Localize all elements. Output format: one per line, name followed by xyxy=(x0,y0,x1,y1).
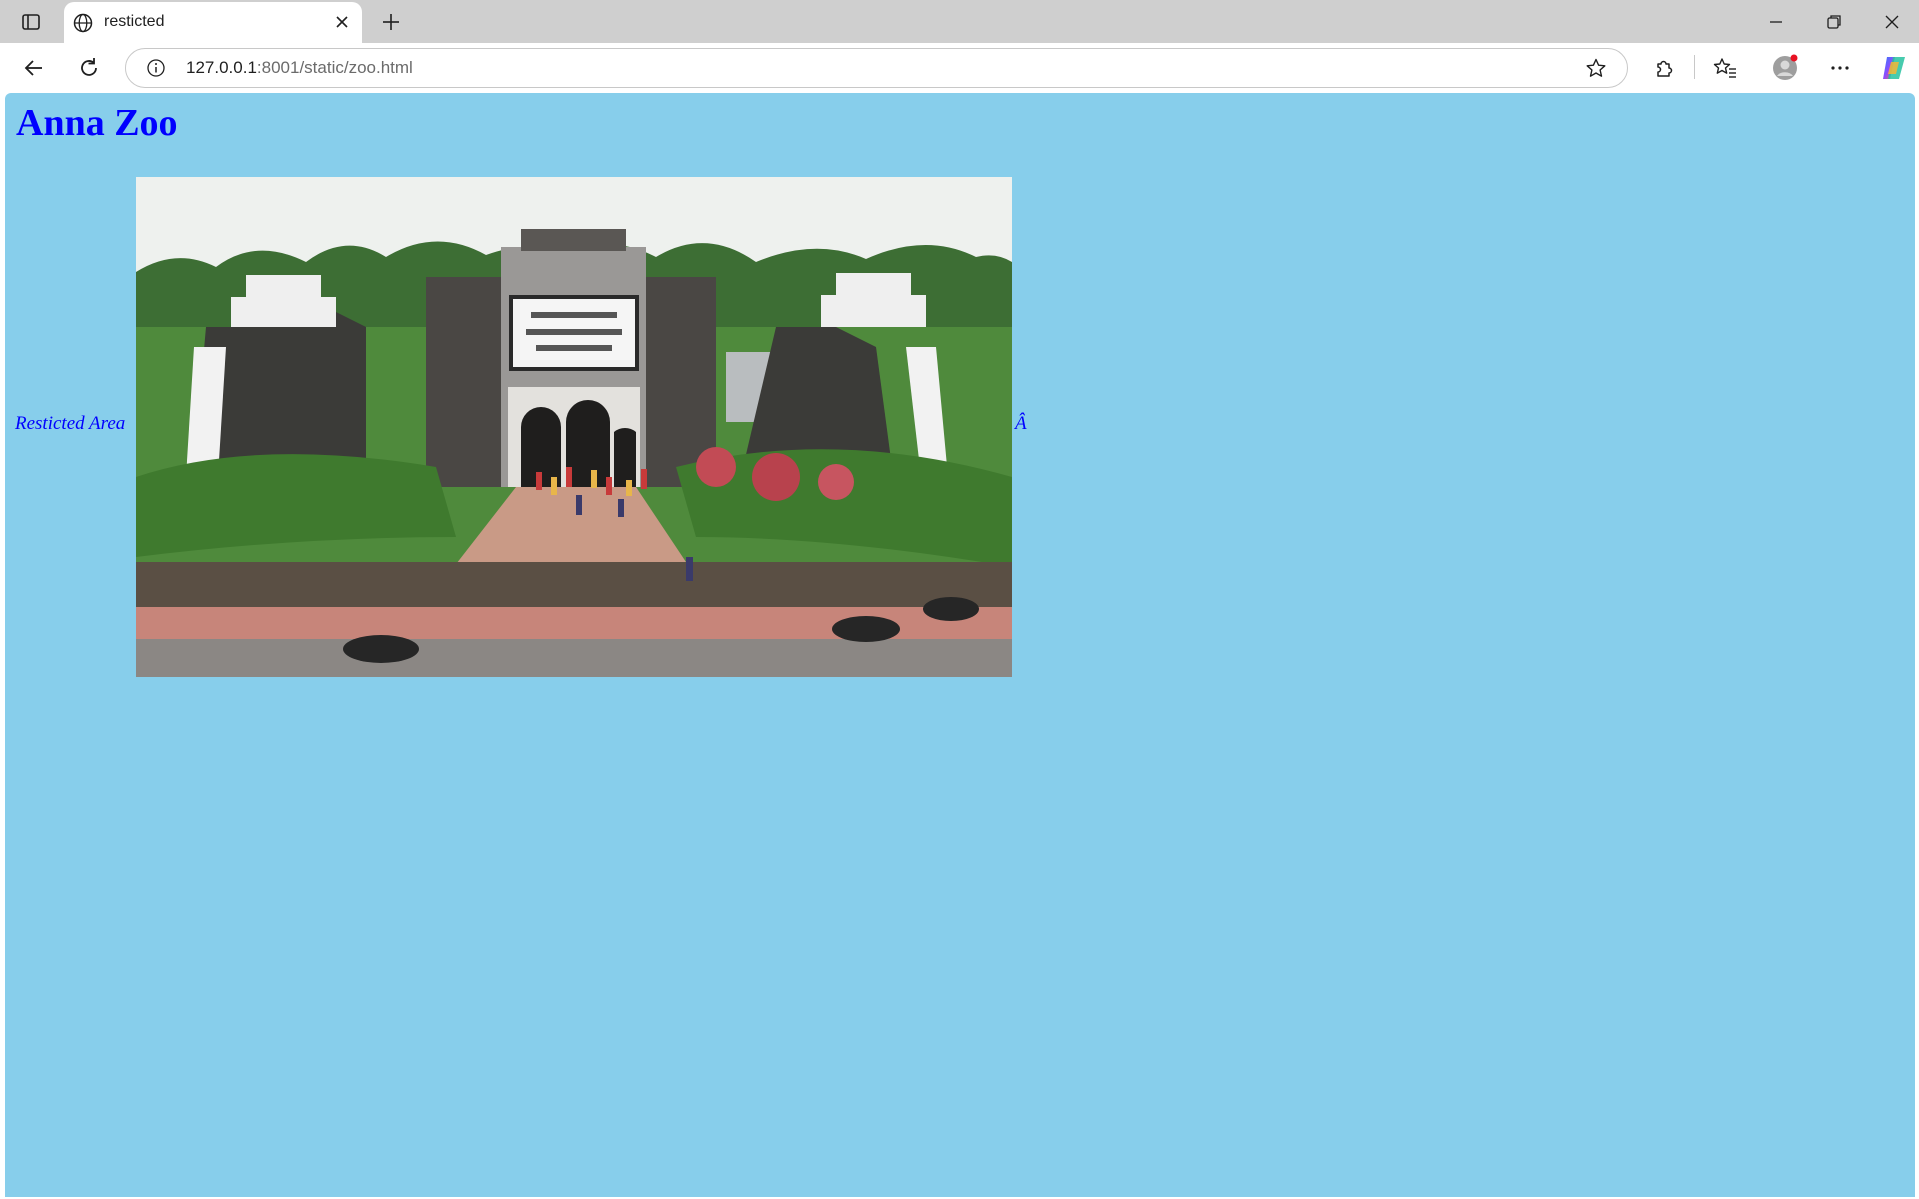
url-path: :8001/static/zoo.html xyxy=(256,58,413,77)
profile-avatar-icon[interactable] xyxy=(1770,53,1800,83)
browser-toolbar: 127.0.0.1:8001/static/zoo.html xyxy=(0,43,1919,92)
tab-strip: resticted xyxy=(0,0,1919,43)
address-bar[interactable]: 127.0.0.1:8001/static/zoo.html xyxy=(125,48,1628,88)
page-title: Anna Zoo xyxy=(16,102,178,144)
refresh-icon[interactable] xyxy=(76,55,102,81)
minimize-icon[interactable] xyxy=(1763,9,1789,35)
copilot-icon[interactable] xyxy=(1879,53,1909,83)
active-tab[interactable]: resticted xyxy=(64,2,362,43)
globe-icon xyxy=(73,13,93,33)
restore-icon[interactable] xyxy=(1821,9,1847,35)
back-icon[interactable] xyxy=(21,55,47,81)
url-host: 127.0.0.1 xyxy=(186,58,257,77)
toolbar-separator xyxy=(1694,55,1695,79)
tab-actions-icon[interactable] xyxy=(14,10,46,34)
favorites-icon[interactable] xyxy=(1712,55,1738,81)
more-options-icon[interactable] xyxy=(1827,55,1853,81)
tab-title: resticted xyxy=(104,13,165,30)
zoo-entrance-photo xyxy=(136,177,1012,677)
url-text[interactable]: 127.0.0.1:8001/static/zoo.html xyxy=(186,58,413,78)
favorite-star-icon[interactable] xyxy=(1585,57,1607,79)
close-tab-icon[interactable] xyxy=(332,12,352,32)
restricted-area-link[interactable]: Resticted Area xyxy=(15,413,125,435)
close-window-icon[interactable] xyxy=(1879,9,1905,35)
page-viewport: Anna Zoo Resticted Area Â xyxy=(5,93,1915,1197)
new-tab-icon[interactable] xyxy=(378,9,404,35)
trailing-character: Â xyxy=(1015,413,1027,434)
extensions-icon[interactable] xyxy=(1651,55,1677,81)
site-info-icon[interactable] xyxy=(146,58,166,78)
